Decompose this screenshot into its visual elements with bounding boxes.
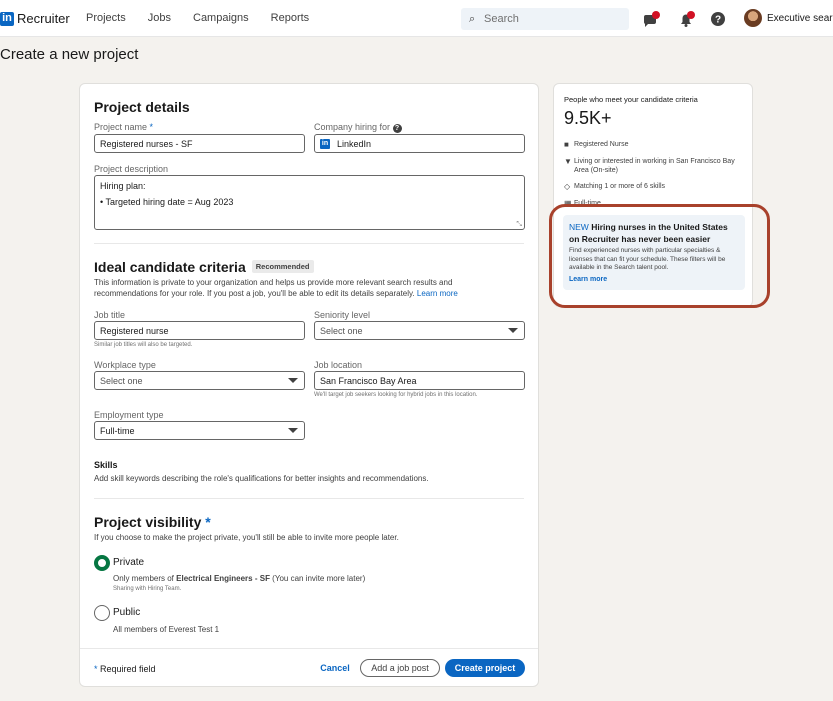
logo-text: Recruiter (17, 11, 70, 26)
criteria-intro: This information is private to your orga… (94, 277, 534, 299)
seniority-value: Select one (320, 326, 363, 336)
recruiter-logo[interactable]: in Recruiter (0, 11, 70, 26)
candidate-count: 9.5K+ (564, 108, 612, 128)
private-radio[interactable] (94, 555, 110, 571)
required-mark: * (94, 664, 98, 674)
learn-more-link[interactable]: Learn more (417, 289, 458, 298)
job-title-input[interactable]: Registered nurse (94, 321, 305, 340)
avatar[interactable] (744, 9, 762, 27)
search-input[interactable]: ⌕ Search (461, 8, 629, 30)
search-icon: ⌕ (469, 13, 476, 25)
company-label-text: Company hiring for (314, 122, 391, 132)
private-desc-suffix: (You can invite more later) (269, 574, 366, 583)
nav-links: Projects Jobs Campaigns Reports (86, 12, 331, 24)
company-value: LinkedIn (337, 139, 372, 149)
visibility-heading-text: Project visibility (94, 514, 202, 530)
criteria-heading: Ideal candidate criteria Recommended (94, 259, 314, 275)
public-label[interactable]: Public (113, 607, 140, 618)
briefcase-icon: ■ (564, 140, 569, 149)
criteria-item: ◇ Matching 1 or more of 6 skills (564, 182, 665, 191)
page-title: Create a new project (0, 46, 139, 63)
nav-link-jobs[interactable]: Jobs (148, 12, 171, 24)
description-label: Project description (94, 164, 169, 174)
messaging-icon[interactable] (642, 10, 660, 28)
job-title-hint: Similar job titles will also be targeted… (94, 342, 193, 348)
required-mark: * (149, 122, 154, 132)
private-description: Only members of Electrical Engineers - S… (113, 573, 365, 584)
location-hint: We'll target job seekers looking for hyb… (314, 392, 478, 398)
nav-link-reports[interactable]: Reports (271, 12, 310, 24)
project-name-label: Project name * (94, 122, 153, 132)
required-note-text: Required field (100, 664, 156, 674)
skills-text: Add skill keywords describing the role's… (94, 474, 429, 483)
resize-handle-icon[interactable]: ⤡ (516, 221, 522, 229)
private-label[interactable]: Private (113, 557, 144, 568)
project-name-input[interactable]: Registered nurses - SF (94, 134, 305, 153)
workplace-select[interactable]: Select one (94, 371, 305, 390)
footer-divider (80, 648, 538, 649)
employment-select[interactable]: Full-time (94, 421, 305, 440)
nav-link-projects[interactable]: Projects (86, 12, 126, 24)
criteria-item: ▼ Living or interested in working in San… (564, 157, 749, 175)
private-desc-prefix: Only members of (113, 574, 177, 583)
linkedin-logo-icon: in (0, 11, 14, 26)
company-field[interactable]: in LinkedIn (314, 134, 525, 153)
criteria-intro-line-2: recommendations for your role. If you po… (94, 288, 534, 299)
divider (94, 243, 524, 244)
linkedin-logo-icon: in (320, 139, 330, 149)
nav-link-campaigns[interactable]: Campaigns (193, 12, 249, 24)
recommended-badge: Recommended (251, 260, 314, 273)
project-name-label-text: Project name (94, 122, 148, 132)
highlight-annotation (549, 204, 770, 308)
required-note: * Required field (94, 664, 156, 674)
user-name[interactable]: Executive search (767, 13, 833, 24)
required-mark: * (205, 514, 211, 530)
company-label: Company hiring for ? (314, 122, 402, 133)
criteria-heading-text: Ideal candidate criteria (94, 259, 246, 275)
panel-title: People who meet your candidate criteria (564, 95, 698, 104)
search-placeholder: Search (484, 13, 519, 25)
chevron-down-icon (508, 328, 518, 333)
public-description: All members of Everest Test 1 (113, 625, 220, 634)
skills-heading: Skills (94, 460, 118, 470)
help-icon[interactable]: ? (709, 10, 727, 28)
job-title-label: Job title (94, 310, 126, 320)
location-input[interactable]: San Francisco Bay Area (314, 371, 525, 390)
diamond-icon: ◇ (564, 182, 571, 191)
team-name: Electrical Engineers - SF (176, 574, 270, 583)
workplace-label: Workplace type (94, 360, 156, 370)
description-line: Hiring plan: (100, 181, 146, 191)
seniority-select[interactable]: Select one (314, 321, 525, 340)
visibility-text: If you choose to make the project privat… (94, 533, 399, 542)
chevron-down-icon (288, 378, 298, 383)
criteria-item: ■ Registered Nurse (564, 140, 628, 149)
cancel-button[interactable]: Cancel (315, 659, 355, 677)
criteria-item-text: Matching 1 or more of 6 skills (574, 183, 666, 190)
criteria-item-text: Living or interested in working in San F… (574, 158, 735, 174)
divider (94, 498, 524, 499)
employment-value: Full-time (100, 426, 135, 436)
description-textarea[interactable]: Hiring plan: • Targeted hiring date = Au… (94, 175, 525, 230)
location-pin-icon: ▼ (564, 157, 572, 166)
svg-text:?: ? (715, 15, 721, 26)
help-icon[interactable]: ? (392, 124, 402, 133)
notifications-bell-icon[interactable] (677, 10, 695, 28)
location-label: Job location (314, 360, 363, 370)
project-details-heading: Project details (94, 99, 190, 115)
top-nav: in Recruiter Projects Jobs Campaigns Rep… (0, 0, 833, 37)
criteria-intro-line: This information is private to your orga… (94, 278, 453, 287)
criteria-item-text: Registered Nurse (574, 141, 629, 148)
create-project-button[interactable]: Create project (445, 659, 525, 677)
seniority-label: Seniority level (314, 310, 371, 320)
visibility-heading: Project visibility * (94, 514, 211, 530)
workplace-value: Select one (100, 376, 143, 386)
description-line: • Targeted hiring date = Aug 2023 (100, 197, 234, 207)
project-form-card: Project details Project name * Registere… (79, 83, 539, 687)
add-job-post-button[interactable]: Add a job post (360, 659, 440, 677)
employment-label: Employment type (94, 410, 164, 420)
private-sub-text: Sharing with Hiring Team. (113, 586, 182, 592)
criteria-intro-text: recommendations for your role. If you po… (94, 289, 415, 298)
chevron-down-icon (288, 428, 298, 433)
public-radio[interactable] (94, 605, 110, 621)
